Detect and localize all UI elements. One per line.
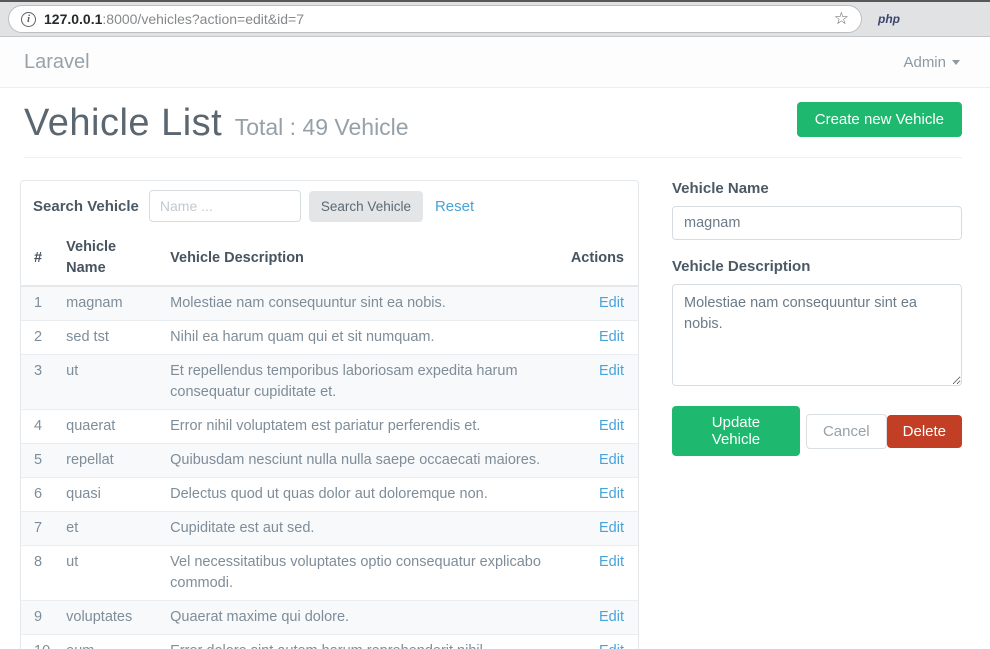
chevron-down-icon <box>952 60 960 65</box>
update-vehicle-button[interactable]: Update Vehicle <box>672 406 800 456</box>
form-actions: Update Vehicle Cancel Delete <box>672 406 962 456</box>
vehicle-name-cell: ut <box>58 355 162 410</box>
vehicle-list-column: Search Vehicle Search Vehicle Reset # Ve… <box>20 180 639 649</box>
vehicle-description-cell: Vel necessitatibus voluptates optio cons… <box>162 546 563 601</box>
table-row: 9 voluptates Quaerat maxime qui dolore. … <box>21 601 638 635</box>
table-header-row: # Vehicle Name Vehicle Description Actio… <box>21 231 638 286</box>
vehicle-description-cell: Error nihil voluptatem est pariatur perf… <box>162 410 563 444</box>
reset-link[interactable]: Reset <box>435 198 474 215</box>
row-number: 7 <box>21 512 58 546</box>
bookmark-star-icon[interactable]: ☆ <box>834 9 849 29</box>
edit-link[interactable]: Edit <box>599 554 624 570</box>
vehicle-name-cell: eum <box>58 635 162 649</box>
create-vehicle-button[interactable]: Create new Vehicle <box>797 102 962 137</box>
row-number: 3 <box>21 355 58 410</box>
vehicle-name-cell: quaerat <box>58 410 162 444</box>
url-host: 127.0.0.1 <box>44 11 102 27</box>
edit-link[interactable]: Edit <box>599 486 624 502</box>
search-input[interactable] <box>149 190 301 222</box>
vehicle-description-cell: Quaerat maxime qui dolore. <box>162 601 563 635</box>
vehicle-table: # Vehicle Name Vehicle Description Actio… <box>21 231 638 649</box>
edit-link[interactable]: Edit <box>599 520 624 536</box>
vehicle-list-panel: Search Vehicle Search Vehicle Reset # Ve… <box>20 180 639 649</box>
edit-vehicle-form: Vehicle Name Vehicle Description Update … <box>672 180 962 456</box>
vehicle-name-cell: voluptates <box>58 601 162 635</box>
table-row: 4 quaerat Error nihil voluptatem est par… <box>21 410 638 444</box>
php-profile-label: php <box>878 12 900 26</box>
address-bar[interactable]: i 127.0.0.1:8000/vehicles?action=edit&id… <box>8 5 862 33</box>
column-header-actions: Actions <box>563 231 638 286</box>
vehicle-description-cell: Et repellendus temporibus laboriosam exp… <box>162 355 563 410</box>
edit-link[interactable]: Edit <box>599 609 624 625</box>
browser-chrome: i 127.0.0.1:8000/vehicles?action=edit&id… <box>0 0 990 37</box>
page-info-icon[interactable]: i <box>21 12 36 27</box>
table-row: 7 et Cupiditate est aut sed. Edit <box>21 512 638 546</box>
vehicle-name-cell: ut <box>58 546 162 601</box>
vehicle-name-cell: repellat <box>58 444 162 478</box>
vehicle-description-cell: Molestiae nam consequuntur sint ea nobis… <box>162 286 563 321</box>
vehicle-name-cell: et <box>58 512 162 546</box>
page-title: Vehicle List <box>24 102 222 144</box>
column-header-name: Vehicle Name <box>58 231 162 286</box>
row-number: 8 <box>21 546 58 601</box>
delete-button[interactable]: Delete <box>887 415 962 448</box>
row-number: 1 <box>21 286 58 321</box>
vehicle-description-cell: Cupiditate est aut sed. <box>162 512 563 546</box>
brand-link[interactable]: Laravel <box>24 51 90 74</box>
row-number: 10 <box>21 635 58 649</box>
edit-link[interactable]: Edit <box>599 295 624 311</box>
search-form: Search Vehicle Search Vehicle Reset <box>21 181 638 231</box>
search-label: Search Vehicle <box>33 198 139 215</box>
total-count-label: Total : 49 Vehicle <box>235 114 409 140</box>
url-path: :8000/vehicles?action=edit&id=7 <box>102 11 304 27</box>
vehicle-description-cell: Quibusdam nesciunt nulla nulla saepe occ… <box>162 444 563 478</box>
row-number: 9 <box>21 601 58 635</box>
search-button[interactable]: Search Vehicle <box>309 191 423 222</box>
table-row: 10 eum Error dolore sint autem harum rep… <box>21 635 638 649</box>
table-row: 8 ut Vel necessitatibus voluptates optio… <box>21 546 638 601</box>
vehicle-description-cell: Error dolore sint autem harum reprehende… <box>162 635 563 649</box>
edit-link[interactable]: Edit <box>599 418 624 434</box>
table-row: 2 sed tst Nihil ea harum quam qui et sit… <box>21 321 638 355</box>
table-row: 1 magnam Molestiae nam consequuntur sint… <box>21 286 638 321</box>
vehicle-name-cell: quasi <box>58 478 162 512</box>
row-number: 2 <box>21 321 58 355</box>
admin-dropdown-label: Admin <box>903 54 946 71</box>
vehicle-name-label: Vehicle Name <box>672 180 962 197</box>
row-number: 6 <box>21 478 58 512</box>
page-header: Vehicle List Total : 49 Vehicle Create n… <box>0 88 990 158</box>
column-header-num: # <box>21 231 58 286</box>
header-divider <box>24 157 962 158</box>
table-row: 6 quasi Delectus quod ut quas dolor aut … <box>21 478 638 512</box>
edit-link[interactable]: Edit <box>599 452 624 468</box>
vehicle-description-cell: Delectus quod ut quas dolor aut doloremq… <box>162 478 563 512</box>
edit-link[interactable]: Edit <box>599 643 624 649</box>
vehicle-name-cell: magnam <box>58 286 162 321</box>
app-navbar: Laravel Admin <box>0 37 990 88</box>
row-number: 5 <box>21 444 58 478</box>
vehicle-description-cell: Nihil ea harum quam qui et sit numquam. <box>162 321 563 355</box>
vehicle-description-label: Vehicle Description <box>672 258 962 275</box>
column-header-description: Vehicle Description <box>162 231 563 286</box>
admin-dropdown[interactable]: Admin <box>903 54 960 71</box>
row-number: 4 <box>21 410 58 444</box>
edit-link[interactable]: Edit <box>599 363 624 379</box>
main-content: Search Vehicle Search Vehicle Reset # Ve… <box>0 158 990 649</box>
vehicle-name-input[interactable] <box>672 206 962 240</box>
table-row: 5 repellat Quibusdam nesciunt nulla null… <box>21 444 638 478</box>
vehicle-name-cell: sed tst <box>58 321 162 355</box>
cancel-button[interactable]: Cancel <box>806 414 887 449</box>
table-row: 3 ut Et repellendus temporibus laboriosa… <box>21 355 638 410</box>
url-text: 127.0.0.1:8000/vehicles?action=edit&id=7 <box>44 11 826 27</box>
edit-link[interactable]: Edit <box>599 329 624 345</box>
vehicle-description-textarea[interactable] <box>672 284 962 386</box>
